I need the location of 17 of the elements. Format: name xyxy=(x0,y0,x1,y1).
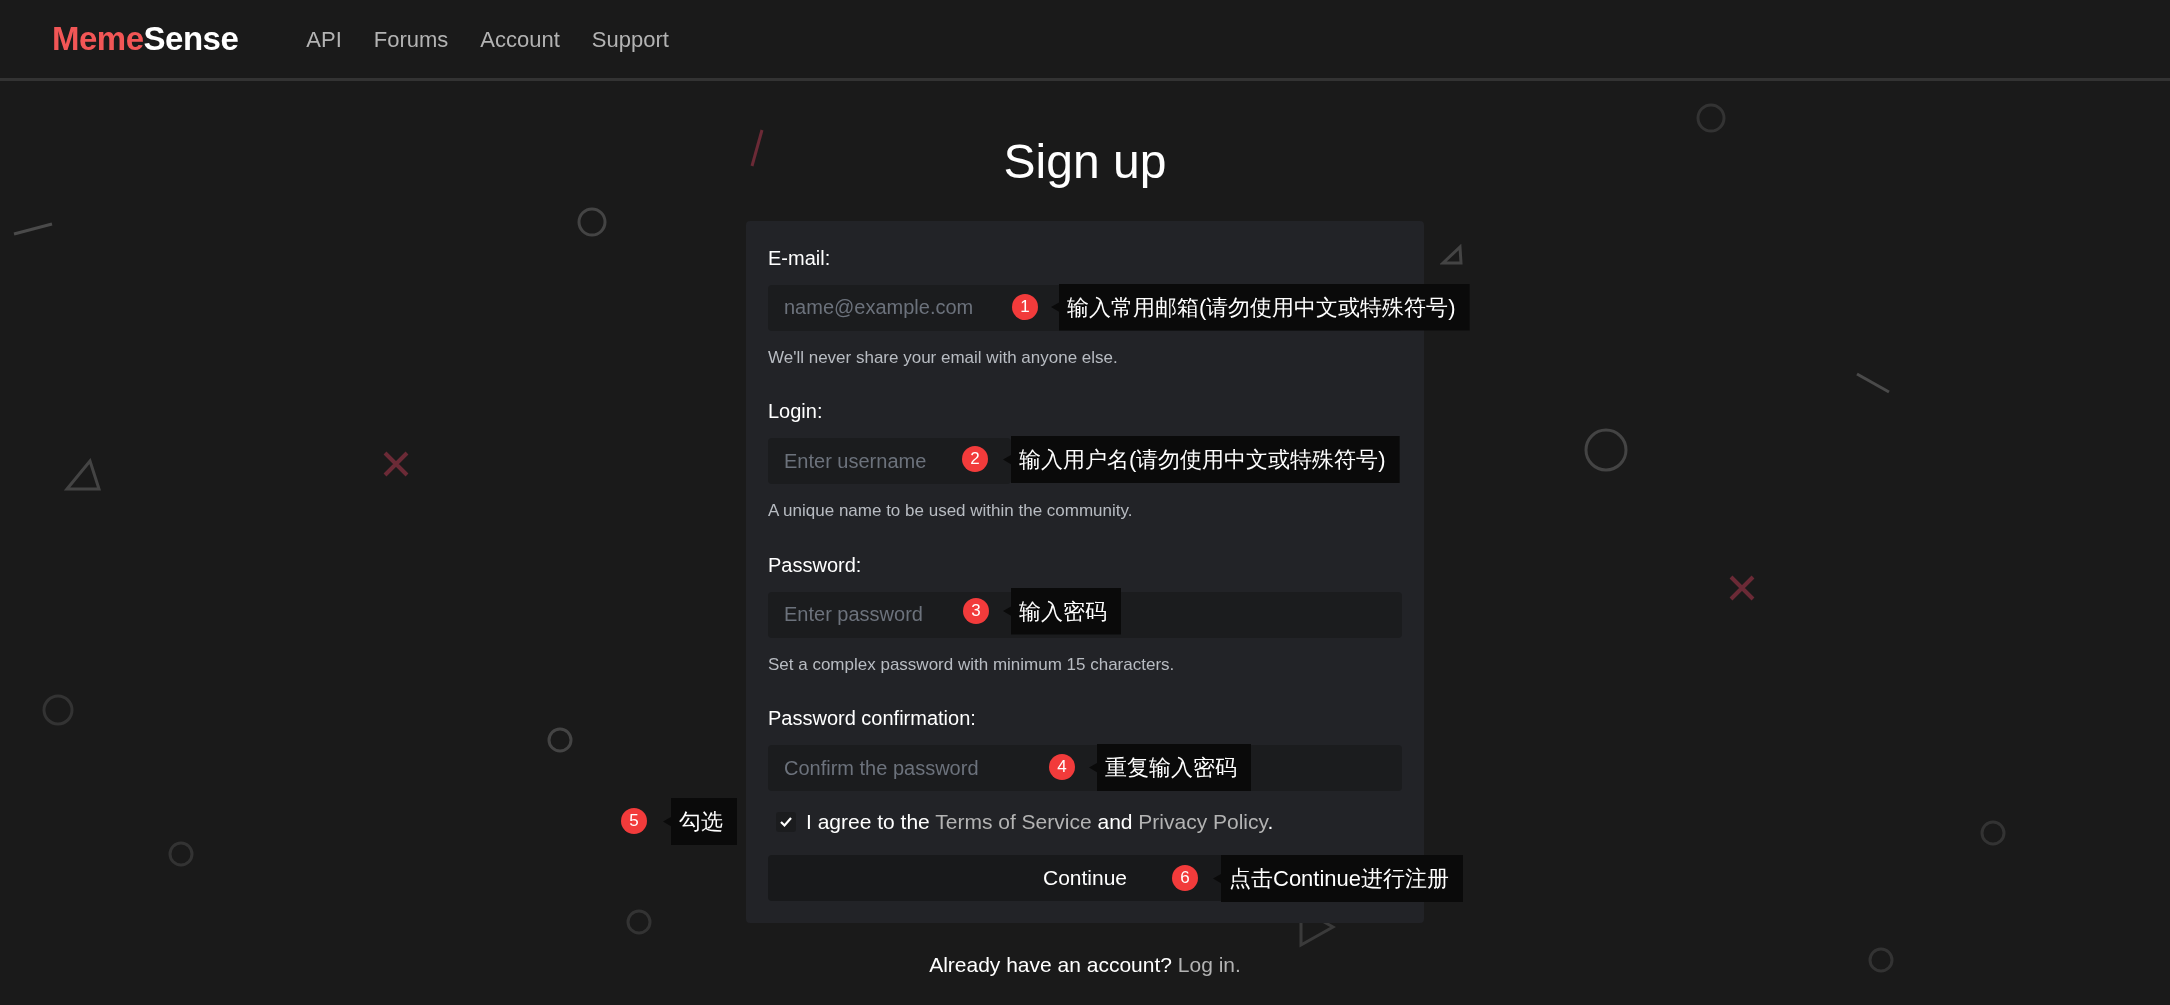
step-number-tooltip: 5 xyxy=(621,808,647,835)
instruction-tooltip: 输入用户名(请勿使用中文或特殊符号) xyxy=(1003,436,1400,484)
instruction-tooltip: 勾选 xyxy=(663,798,737,846)
field-label: E-mail: xyxy=(768,245,832,271)
instruction-tooltip: 点击Continue进行注册 xyxy=(1213,855,1464,903)
agreement-text: I agree to the Terms of Service and Privacy Policy. xyxy=(806,809,1274,836)
field-label: Password: xyxy=(768,552,863,578)
instruction-tooltip: 输入常用邮箱(请勿使用中文或特殊符号) xyxy=(1051,283,1470,331)
help-text: A unique name to be used within the community. xyxy=(768,500,1134,523)
login-prompt: Already have an account? Log in. xyxy=(929,952,1241,979)
instruction-tooltip: 输入密码 xyxy=(1003,587,1121,635)
help-text: Set a complex password with minimum 15 characters. xyxy=(768,653,1176,676)
field-label: Login: xyxy=(768,399,824,425)
field-label: Password confirmation: xyxy=(768,706,977,732)
page-title: Sign up xyxy=(1003,134,1167,190)
help-text: We'll never share your email with anyone else. xyxy=(768,346,1119,369)
instruction-tooltip: 重复输入密码 xyxy=(1089,744,1251,792)
